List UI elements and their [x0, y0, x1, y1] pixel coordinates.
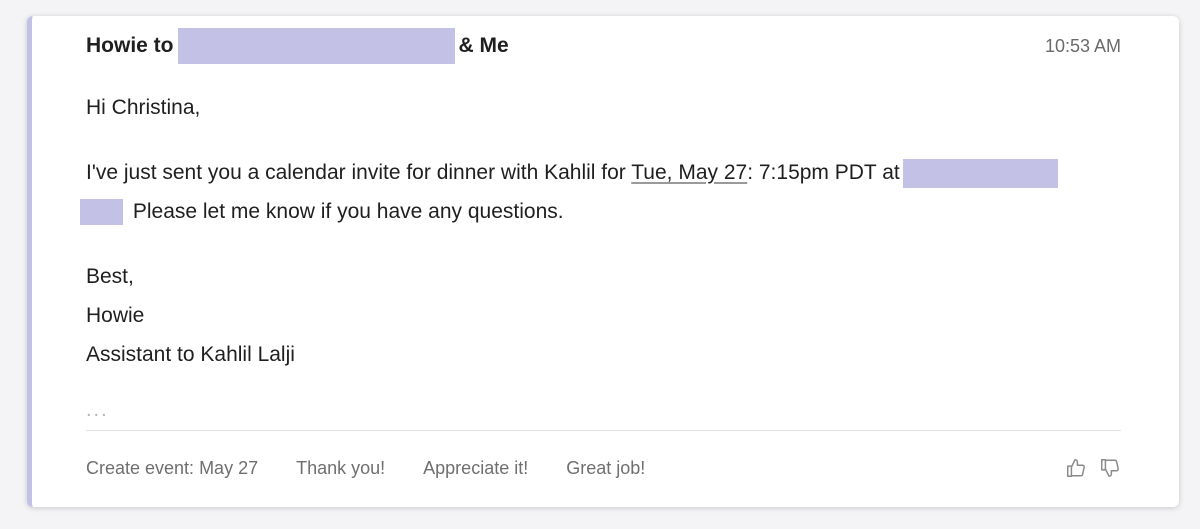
- smart-reply-thank-you[interactable]: Thank you!: [296, 458, 385, 479]
- thumbs-down-icon[interactable]: [1099, 457, 1121, 479]
- redacted-location: [902, 158, 1058, 188]
- email-header: Howie to & Me 10:53 AM: [86, 28, 1121, 64]
- recipients-suffix: & Me: [458, 34, 509, 57]
- message-text-post: : 7:15pm PDT at: [747, 161, 900, 184]
- create-event-button[interactable]: Create event: May 27: [86, 458, 258, 479]
- sender-label: Howie to: [86, 34, 174, 57]
- feedback-buttons: [1065, 457, 1121, 479]
- signature-title: Assistant to Kahlil Lalji: [86, 343, 295, 366]
- signoff: Best,: [86, 265, 134, 288]
- message-line-2: Please let me know if you have any quest…: [80, 192, 1126, 231]
- redacted-recipients: [177, 28, 455, 64]
- timestamp: 10:53 AM: [1044, 35, 1121, 56]
- message-text-pre: I've just sent you a calendar invite for…: [86, 161, 632, 184]
- show-trimmed-content-button[interactable]: ...: [86, 399, 109, 422]
- greeting: Hi Christina,: [86, 96, 201, 119]
- email-body: Hi Christina, I've just sent you a calen…: [80, 88, 1126, 374]
- message-line-1: I've just sent you a calendar invite for…: [86, 153, 1126, 192]
- action-bar: Create event: May 27 Thank you! Apprecia…: [86, 453, 1121, 483]
- message-text-questions: Please let me know if you have any quest…: [132, 200, 564, 223]
- redacted-location-continued: [80, 199, 123, 226]
- signature-name: Howie: [86, 304, 145, 327]
- date-link[interactable]: Tue, May 27: [631, 161, 747, 184]
- smart-reply-appreciate[interactable]: Appreciate it!: [423, 458, 528, 479]
- thumbs-up-icon[interactable]: [1065, 457, 1087, 479]
- email-card: Howie to & Me 10:53 AM Hi Christina, I'v…: [27, 16, 1179, 507]
- smart-reply-great-job[interactable]: Great job!: [566, 458, 645, 479]
- divider: [86, 430, 1121, 431]
